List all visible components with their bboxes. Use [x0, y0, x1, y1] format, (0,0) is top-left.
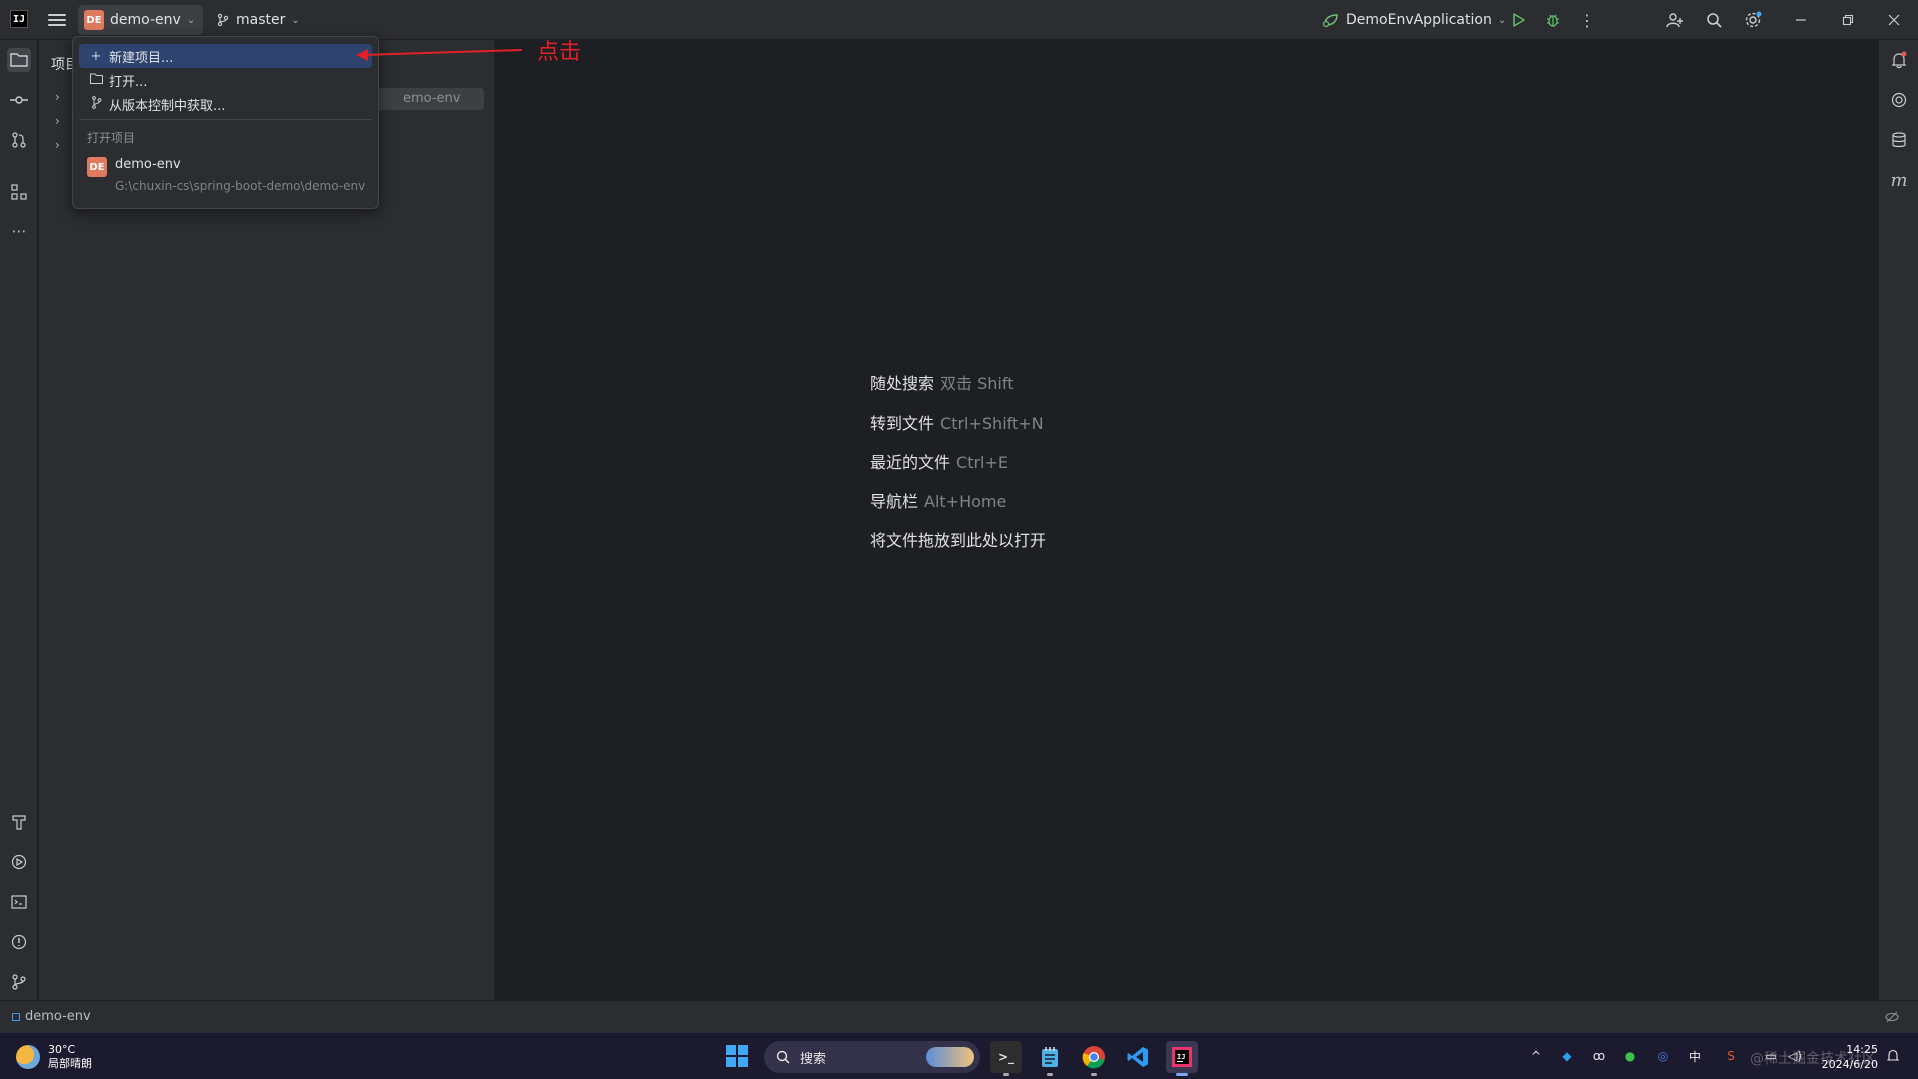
terminal-icon[interactable]: [7, 890, 31, 914]
tree-expand-icon[interactable]: ›: [55, 138, 60, 152]
tray-overflow-icon[interactable]: ^: [1527, 1047, 1545, 1065]
editor-area[interactable]: 随处搜索 双击 Shift 转到文件 Ctrl+Shift+N 最近的文件 Ctrl+…: [496, 40, 1877, 1000]
commit-icon[interactable]: [7, 88, 31, 112]
wechat-tray-icon[interactable]: ●: [1621, 1047, 1639, 1065]
tree-expand-icon[interactable]: ›: [55, 114, 60, 128]
recent-project-name: demo-env: [115, 157, 181, 172]
menu-group-label: 打开项目: [87, 131, 136, 145]
tray-app-icon-3[interactable]: ◎: [1654, 1047, 1672, 1065]
notepad-app-icon[interactable]: [1034, 1041, 1066, 1076]
terminal-app-icon[interactable]: >_: [990, 1041, 1022, 1076]
clock-date: 2024/6/20: [1821, 1058, 1878, 1071]
weather-icon: [16, 1045, 40, 1069]
structure-icon[interactable]: [7, 180, 31, 204]
maven-icon[interactable]: m: [1887, 168, 1911, 192]
weather-widget[interactable]: 30°C 局部晴朗: [16, 1043, 92, 1071]
search-highlight-image: [926, 1047, 974, 1067]
input-language[interactable]: 中: [1686, 1047, 1704, 1065]
intellij-app-icon[interactable]: IJ: [1166, 1041, 1198, 1076]
weather-temp: 30°C: [48, 1043, 76, 1056]
sogou-tray-icon[interactable]: S: [1722, 1047, 1740, 1065]
database-icon[interactable]: [1887, 128, 1911, 152]
recent-project-path: G:\chuxin-cs\spring-boot-demo\demo-env: [115, 179, 366, 193]
hint-recent-files: 最近的文件 Ctrl+E: [870, 453, 1008, 472]
taskbar-search[interactable]: 搜索: [764, 1041, 980, 1073]
status-bar: demo-env: [0, 1000, 1918, 1032]
status-eye-off-icon[interactable]: [1885, 1009, 1901, 1025]
tree-selected-path: emo-env: [369, 88, 484, 110]
recent-project-badge: DE: [87, 157, 107, 177]
windows-start-icon[interactable]: [726, 1045, 748, 1067]
module-icon: [12, 1012, 20, 1021]
services-icon[interactable]: [7, 850, 31, 874]
git-icon[interactable]: [7, 970, 31, 994]
weather-desc: 局部晴朗: [48, 1057, 92, 1070]
pull-requests-icon[interactable]: [7, 128, 31, 152]
annotation-arrow: [356, 49, 523, 61]
search-icon: [776, 1050, 790, 1064]
svg-text:IJ: IJ: [1177, 1053, 1185, 1061]
menu-item-get-from-vcs[interactable]: 从版本控制中获取...: [79, 92, 372, 116]
recent-project-item[interactable]: DE demo-env G:\chuxin-cs\spring-boot-dem…: [87, 155, 372, 199]
windows-taskbar: 30°C 局部晴朗 搜索 >_ IJ ^ ◆ ꝏ ● ◎ 中 S ▭ ◁) @稀…: [0, 1032, 1918, 1079]
annotation-label: 点击: [537, 40, 582, 65]
chrome-app-icon[interactable]: [1078, 1041, 1110, 1076]
tray-app-icon-1[interactable]: ◆: [1558, 1047, 1576, 1065]
problems-icon[interactable]: [7, 930, 31, 954]
hint-search-everywhere: 随处搜索 双击 Shift: [870, 374, 1014, 393]
hint-drop-files: 将文件拖放到此处以打开: [870, 531, 1047, 550]
hint-navigation-bar: 导航栏 Alt+Home: [870, 492, 1007, 511]
notification-center-icon[interactable]: [1884, 1047, 1902, 1065]
status-project[interactable]: demo-env: [12, 1009, 91, 1024]
tray-app-icon-2[interactable]: ꝏ: [1590, 1047, 1608, 1065]
menu-separator: [79, 119, 372, 120]
ai-assistant-icon[interactable]: [1887, 88, 1911, 112]
vcs-icon: [89, 95, 103, 113]
vscode-app-icon[interactable]: [1122, 1041, 1154, 1073]
tree-expand-icon[interactable]: ›: [55, 90, 60, 104]
hint-goto-file: 转到文件 Ctrl+Shift+N: [870, 414, 1044, 433]
build-icon[interactable]: [7, 810, 31, 834]
clock-time: 14:25: [1846, 1043, 1878, 1056]
more-tools-icon[interactable]: ⋯: [7, 219, 31, 243]
taskbar-clock[interactable]: 14:25 2024/6/20: [1820, 1042, 1878, 1072]
left-tool-strip: ⋯: [0, 40, 38, 1000]
right-tool-strip: m: [1878, 40, 1918, 1000]
taskbar-search-placeholder: 搜索: [800, 1051, 827, 1067]
